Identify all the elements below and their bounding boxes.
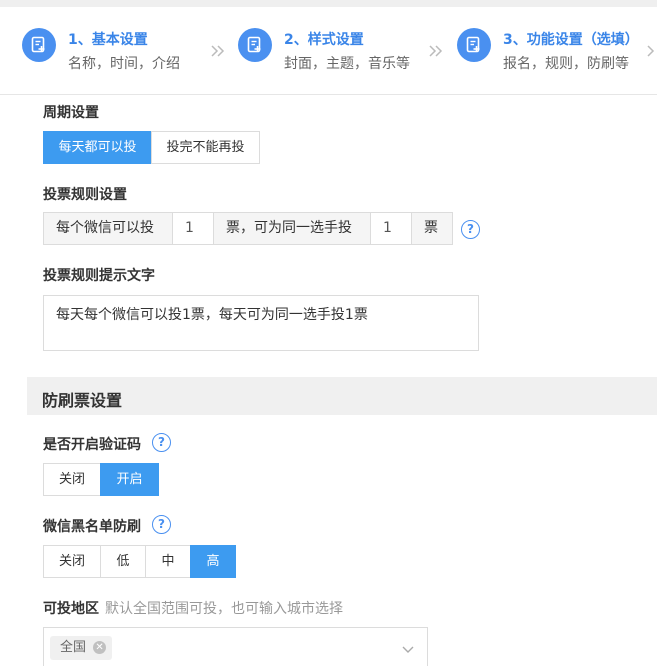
edit-document-icon <box>238 28 272 62</box>
step-feature-settings[interactable]: 3、功能设置（选填） 报名，规则，防刷等 <box>457 25 647 77</box>
captcha-option-on[interactable]: 开启 <box>100 463 159 496</box>
region-label: 可投地区 默认全国范围可投，也可输入城市选择 <box>43 598 343 618</box>
region-hint: 默认全国范围可投，也可输入城市选择 <box>105 601 343 617</box>
question-circle-icon[interactable]: ? <box>461 220 480 239</box>
cycle-settings-label: 周期设置 <box>43 105 99 121</box>
step-title: 1、基本设置 <box>68 32 148 48</box>
step-subtitle: 报名，规则，防刷等 <box>503 56 629 72</box>
step-title: 3、功能设置（选填） <box>503 32 639 48</box>
step-subtitle: 封面，主题，音乐等 <box>284 56 410 72</box>
votes-per-user-input[interactable]: 1 <box>172 212 214 245</box>
vote-rule-group: 每个微信可以投 1 票，可为同一选手投 1 票 <box>43 212 453 245</box>
close-circle-icon[interactable]: ✕ <box>93 641 107 654</box>
edit-document-icon <box>22 28 56 62</box>
blacklist-option-low[interactable]: 低 <box>100 545 146 578</box>
chevron-down-icon[interactable] <box>401 642 415 656</box>
region-label-text: 可投地区 <box>43 601 99 617</box>
double-chevron-right-icon <box>211 45 225 57</box>
question-circle-icon[interactable]: ? <box>152 515 171 534</box>
double-chevron-right-icon <box>647 45 655 57</box>
region-select[interactable]: 全国 ✕ <box>43 627 428 666</box>
blacklist-option-off[interactable]: 关闭 <box>43 545 101 578</box>
captcha-options: 关闭 开启 <box>43 463 159 496</box>
section-title: 防刷票设置 <box>42 391 123 410</box>
anti-fraud-section-header: 防刷票设置 <box>27 377 657 415</box>
captcha-option-off[interactable]: 关闭 <box>43 463 101 496</box>
votes-per-player-input[interactable]: 1 <box>370 212 412 245</box>
blacklist-option-medium[interactable]: 中 <box>145 545 191 578</box>
edit-document-icon <box>457 28 491 62</box>
vote-rule-suffix: 票 <box>411 212 453 245</box>
rule-tip-label: 投票规则提示文字 <box>43 268 155 284</box>
cycle-options: 每天都可以投 投完不能再投 <box>43 131 260 164</box>
blacklist-options: 关闭 低 中 高 <box>43 545 236 578</box>
question-circle-icon[interactable]: ? <box>152 433 171 452</box>
captcha-label: 是否开启验证码 <box>43 437 141 453</box>
cycle-option-daily[interactable]: 每天都可以投 <box>43 131 152 164</box>
region-tag-label: 全国 <box>60 640 87 655</box>
blacklist-option-high[interactable]: 高 <box>190 545 236 578</box>
step-style-settings[interactable]: 2、样式设置 封面，主题，音乐等 <box>238 25 428 77</box>
step-basic-settings[interactable]: 1、基本设置 名称，时间，介绍 <box>22 25 212 77</box>
double-chevron-right-icon <box>429 45 443 57</box>
blacklist-label: 微信黑名单防刷 <box>43 519 141 535</box>
vote-rule-prefix: 每个微信可以投 <box>43 212 173 245</box>
step-progress-bar: 1、基本设置 名称，时间，介绍 2、样式设置 封面，主题，音乐等 3、功能设置（… <box>0 7 657 95</box>
step-title: 2、样式设置 <box>284 32 364 48</box>
vote-rule-label: 投票规则设置 <box>43 187 127 203</box>
vote-rule-middle: 票，可为同一选手投 <box>213 212 371 245</box>
rule-tip-textarea[interactable]: 每天每个微信可以投1票，每天可为同一选手投1票 <box>43 295 479 351</box>
cycle-option-once[interactable]: 投完不能再投 <box>151 131 260 164</box>
top-strip <box>0 0 657 7</box>
step-subtitle: 名称，时间，介绍 <box>68 56 180 72</box>
region-tag: 全国 ✕ <box>50 636 113 660</box>
